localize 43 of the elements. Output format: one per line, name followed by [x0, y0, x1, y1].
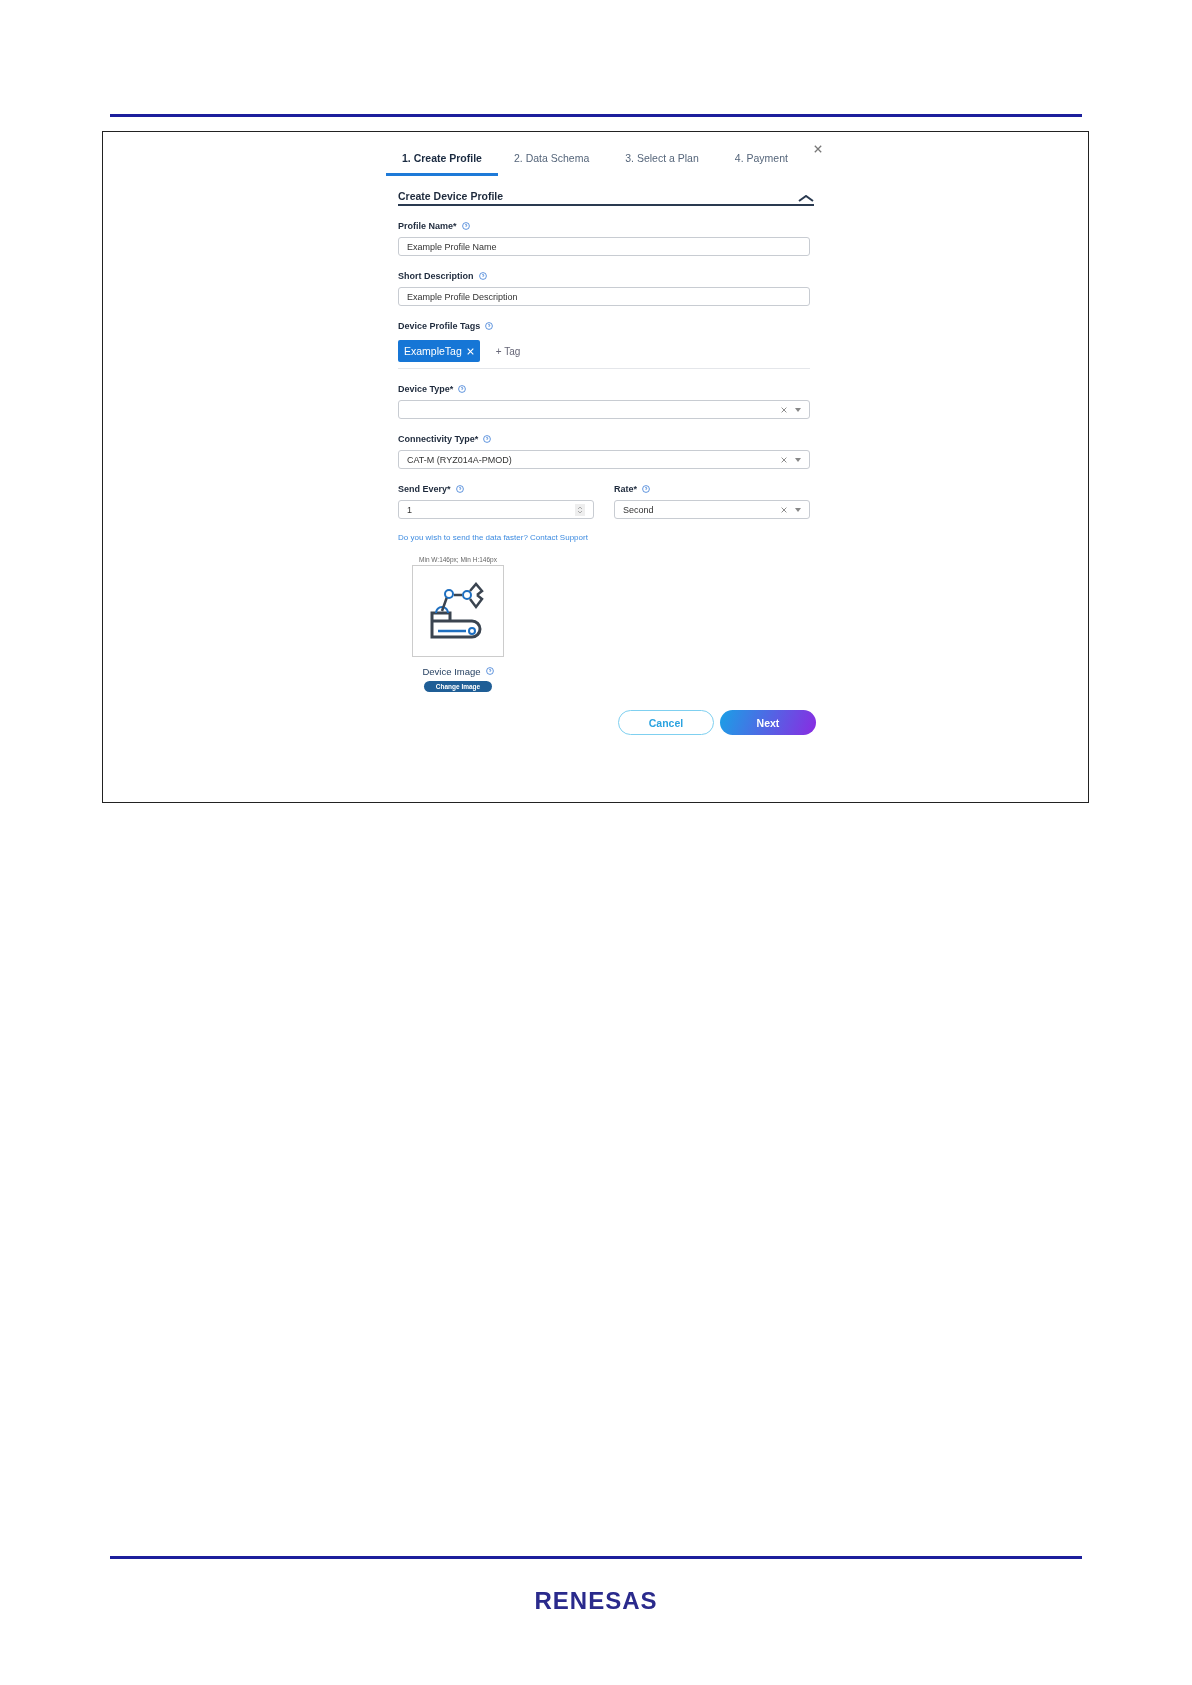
field-label: Device Profile Tags — [398, 321, 481, 331]
clear-icon[interactable] — [781, 506, 787, 513]
field-label: Profile Name* — [398, 221, 457, 231]
spinner-icon[interactable] — [575, 503, 585, 516]
step-tab[interactable]: 1. Create Profile — [386, 144, 498, 176]
text-field[interactable]: Example Profile Description — [398, 287, 810, 306]
chevron-up-icon[interactable] — [798, 195, 814, 202]
remove-tag-icon[interactable] — [466, 347, 474, 355]
select-field[interactable] — [398, 400, 810, 419]
robot-arm-icon — [430, 581, 486, 641]
caret-down-icon[interactable] — [795, 507, 801, 512]
help-icon[interactable] — [478, 272, 487, 280]
close-icon[interactable] — [814, 145, 822, 153]
caret-down-icon[interactable] — [795, 407, 801, 412]
add-tag-button[interactable]: + Tag — [489, 344, 527, 358]
field-label: Short Description — [398, 271, 474, 281]
image-label: Device Image — [422, 665, 481, 677]
text-field[interactable]: Example Profile Name — [398, 237, 810, 256]
step-tab[interactable]: 2. Data Schema — [497, 144, 606, 176]
section-title: Create Device Profile — [398, 190, 504, 202]
number-field[interactable]: 1 — [398, 500, 594, 519]
next-button[interactable]: Next — [720, 710, 816, 735]
help-icon[interactable] — [485, 667, 494, 675]
help-icon[interactable] — [483, 435, 492, 443]
field-label: Send Every* — [398, 484, 451, 494]
field-label: Device Type* — [398, 384, 454, 394]
clear-icon[interactable] — [781, 456, 787, 463]
support-link[interactable]: Do you wish to send the data faster? Contact Support — [398, 533, 810, 542]
select-field[interactable]: CAT-M (RYZ014A-PMOD) — [398, 450, 810, 469]
help-icon[interactable] — [461, 222, 470, 230]
select-field[interactable]: Second — [614, 500, 810, 519]
step-tab[interactable]: 4. Payment — [718, 144, 804, 176]
help-icon[interactable] — [485, 322, 494, 330]
help-icon[interactable] — [642, 485, 650, 493]
help-icon[interactable] — [455, 485, 464, 493]
clear-icon[interactable] — [781, 406, 787, 413]
field-label: Rate* — [614, 484, 637, 494]
help-icon[interactable] — [458, 385, 467, 393]
caret-down-icon[interactable] — [795, 457, 801, 462]
tag-label: ExampleTag — [404, 345, 462, 357]
company-logo: RENESAS — [534, 1587, 658, 1615]
field-label: Connectivity Type* — [398, 434, 479, 444]
step-tab[interactable]: 3. Select a Plan — [609, 144, 715, 176]
